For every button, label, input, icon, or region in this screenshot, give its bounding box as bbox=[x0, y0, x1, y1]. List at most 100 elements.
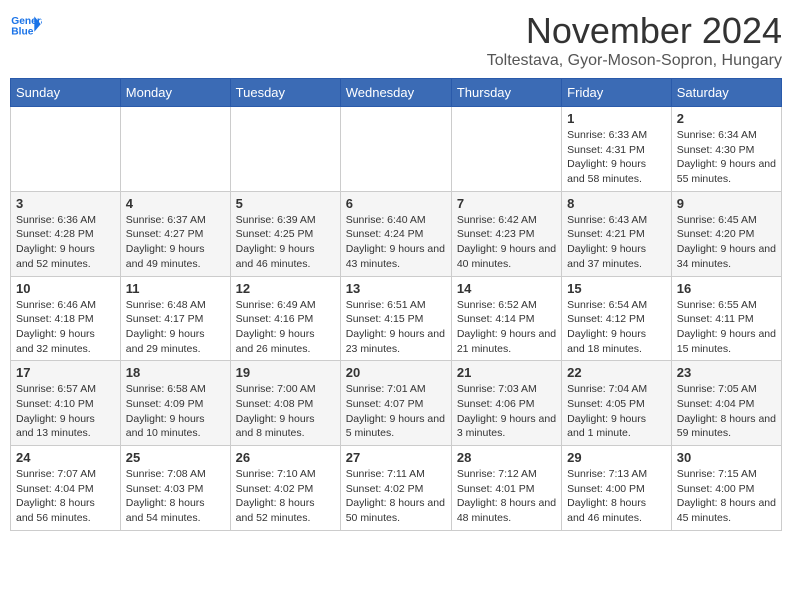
calendar-cell: 3 Sunrise: 6:36 AM Sunset: 4:28 PM Daylig… bbox=[11, 191, 121, 276]
calendar-cell: 8Sunrise: 6:43 AM Sunset: 4:21 PM Daylig… bbox=[562, 191, 672, 276]
calendar-week-row: 24 Sunrise: 7:07 AM Sunset: 4:04 PM Dayli… bbox=[11, 446, 782, 531]
calendar-week-row: 10 Sunrise: 6:46 AM Sunset: 4:18 PM Dayli… bbox=[11, 276, 782, 361]
day-header-tuesday: Tuesday bbox=[230, 79, 340, 107]
day-info: Sunrise: 6:36 AM Sunset: 4:28 PM Dayligh… bbox=[16, 213, 115, 272]
day-number: 22 bbox=[567, 365, 666, 380]
day-info: Sunrise: 7:00 AM Sunset: 4:08 PM Dayligh… bbox=[236, 382, 335, 441]
location-subtitle: Toltestava, Gyor-Moson-Sopron, Hungary bbox=[487, 52, 782, 70]
calendar-cell: 19 Sunrise: 7:00 AM Sunset: 4:08 PM Dayli… bbox=[230, 361, 340, 446]
logo: General Blue bbox=[10, 10, 42, 42]
day-number: 15 bbox=[567, 281, 666, 296]
calendar-cell: 29 Sunrise: 7:13 AM Sunset: 4:00 PM Dayli… bbox=[562, 446, 672, 531]
calendar-week-row: 3 Sunrise: 6:36 AM Sunset: 4:28 PM Daylig… bbox=[11, 191, 782, 276]
day-number: 18 bbox=[126, 365, 225, 380]
logo-icon: General Blue bbox=[10, 10, 42, 42]
day-number: 13 bbox=[346, 281, 446, 296]
day-info: Sunrise: 7:11 AM Sunset: 4:02 PM Dayligh… bbox=[346, 467, 446, 526]
calendar-cell: 14 Sunrise: 6:52 AM Sunset: 4:14 PM Dayli… bbox=[451, 276, 561, 361]
day-header-wednesday: Wednesday bbox=[340, 79, 451, 107]
calendar-cell: 10 Sunrise: 6:46 AM Sunset: 4:18 PM Dayli… bbox=[11, 276, 121, 361]
day-info: Sunrise: 7:05 AM Sunset: 4:04 PM Dayligh… bbox=[677, 382, 776, 441]
calendar-cell: 17 Sunrise: 6:57 AM Sunset: 4:10 PM Dayli… bbox=[11, 361, 121, 446]
day-info: Sunrise: 7:12 AM Sunset: 4:01 PM Dayligh… bbox=[457, 467, 556, 526]
day-number: 12 bbox=[236, 281, 335, 296]
month-title: November 2024 bbox=[487, 10, 782, 52]
day-number: 29 bbox=[567, 450, 666, 465]
day-number: 4 bbox=[126, 196, 225, 211]
day-info: Sunrise: 6:52 AM Sunset: 4:14 PM Dayligh… bbox=[457, 298, 556, 357]
calendar-cell bbox=[230, 107, 340, 192]
calendar-cell: 18 Sunrise: 6:58 AM Sunset: 4:09 PM Dayli… bbox=[120, 361, 230, 446]
calendar-cell: 5 Sunrise: 6:39 AM Sunset: 4:25 PM Daylig… bbox=[230, 191, 340, 276]
calendar-cell: 16Sunrise: 6:55 AM Sunset: 4:11 PM Dayli… bbox=[671, 276, 781, 361]
calendar-cell bbox=[451, 107, 561, 192]
day-number: 6 bbox=[346, 196, 446, 211]
day-number: 7 bbox=[457, 196, 556, 211]
calendar-cell: 12 Sunrise: 6:49 AM Sunset: 4:16 PM Dayli… bbox=[230, 276, 340, 361]
day-header-sunday: Sunday bbox=[11, 79, 121, 107]
day-header-thursday: Thursday bbox=[451, 79, 561, 107]
day-info: Sunrise: 6:39 AM Sunset: 4:25 PM Dayligh… bbox=[236, 213, 335, 272]
calendar-week-row: 17 Sunrise: 6:57 AM Sunset: 4:10 PM Dayli… bbox=[11, 361, 782, 446]
day-header-friday: Friday bbox=[562, 79, 672, 107]
day-info: Sunrise: 6:43 AM Sunset: 4:21 PM Dayligh… bbox=[567, 213, 666, 272]
day-number: 20 bbox=[346, 365, 446, 380]
day-number: 14 bbox=[457, 281, 556, 296]
day-header-monday: Monday bbox=[120, 79, 230, 107]
calendar-cell: 26 Sunrise: 7:10 AM Sunset: 4:02 PM Dayli… bbox=[230, 446, 340, 531]
day-number: 26 bbox=[236, 450, 335, 465]
day-info: Sunrise: 6:58 AM Sunset: 4:09 PM Dayligh… bbox=[126, 382, 225, 441]
calendar-cell: 23 Sunrise: 7:05 AM Sunset: 4:04 PM Dayli… bbox=[671, 361, 781, 446]
day-number: 25 bbox=[126, 450, 225, 465]
day-number: 5 bbox=[236, 196, 335, 211]
day-number: 1 bbox=[567, 111, 666, 126]
day-number: 2 bbox=[677, 111, 776, 126]
day-number: 17 bbox=[16, 365, 115, 380]
calendar-cell bbox=[120, 107, 230, 192]
day-info: Sunrise: 6:40 AM Sunset: 4:24 PM Dayligh… bbox=[346, 213, 446, 272]
calendar-header-row: SundayMondayTuesdayWednesdayThursdayFrid… bbox=[11, 79, 782, 107]
calendar-cell: 7Sunrise: 6:42 AM Sunset: 4:23 PM Daylig… bbox=[451, 191, 561, 276]
day-number: 9 bbox=[677, 196, 776, 211]
calendar-cell: 9 Sunrise: 6:45 AM Sunset: 4:20 PM Daylig… bbox=[671, 191, 781, 276]
calendar-table: SundayMondayTuesdayWednesdayThursdayFrid… bbox=[10, 78, 782, 531]
calendar-week-row: 1 Sunrise: 6:33 AM Sunset: 4:31 PM Daylig… bbox=[11, 107, 782, 192]
day-number: 24 bbox=[16, 450, 115, 465]
calendar-cell: 2 Sunrise: 6:34 AM Sunset: 4:30 PM Daylig… bbox=[671, 107, 781, 192]
svg-text:Blue: Blue bbox=[11, 26, 33, 37]
day-number: 23 bbox=[677, 365, 776, 380]
day-number: 19 bbox=[236, 365, 335, 380]
calendar-cell: 20 Sunrise: 7:01 AM Sunset: 4:07 PM Dayli… bbox=[340, 361, 451, 446]
title-block: November 2024 Toltestava, Gyor-Moson-Sop… bbox=[487, 10, 782, 70]
calendar-cell: 27Sunrise: 7:11 AM Sunset: 4:02 PM Dayli… bbox=[340, 446, 451, 531]
calendar-cell: 4 Sunrise: 6:37 AM Sunset: 4:27 PM Daylig… bbox=[120, 191, 230, 276]
calendar-cell: 21Sunrise: 7:03 AM Sunset: 4:06 PM Dayli… bbox=[451, 361, 561, 446]
day-header-saturday: Saturday bbox=[671, 79, 781, 107]
calendar-cell bbox=[11, 107, 121, 192]
calendar-cell bbox=[340, 107, 451, 192]
day-info: Sunrise: 7:07 AM Sunset: 4:04 PM Dayligh… bbox=[16, 467, 115, 526]
day-number: 10 bbox=[16, 281, 115, 296]
calendar-cell: 15Sunrise: 6:54 AM Sunset: 4:12 PM Dayli… bbox=[562, 276, 672, 361]
day-info: Sunrise: 7:10 AM Sunset: 4:02 PM Dayligh… bbox=[236, 467, 335, 526]
day-number: 28 bbox=[457, 450, 556, 465]
calendar-cell: 13 Sunrise: 6:51 AM Sunset: 4:15 PM Dayli… bbox=[340, 276, 451, 361]
calendar-cell: 24 Sunrise: 7:07 AM Sunset: 4:04 PM Dayli… bbox=[11, 446, 121, 531]
day-info: Sunrise: 7:03 AM Sunset: 4:06 PM Dayligh… bbox=[457, 382, 556, 441]
day-number: 3 bbox=[16, 196, 115, 211]
day-info: Sunrise: 6:46 AM Sunset: 4:18 PM Dayligh… bbox=[16, 298, 115, 357]
day-number: 30 bbox=[677, 450, 776, 465]
calendar-cell: 28 Sunrise: 7:12 AM Sunset: 4:01 PM Dayli… bbox=[451, 446, 561, 531]
day-info: Sunrise: 6:57 AM Sunset: 4:10 PM Dayligh… bbox=[16, 382, 115, 441]
day-info: Sunrise: 6:51 AM Sunset: 4:15 PM Dayligh… bbox=[346, 298, 446, 357]
day-info: Sunrise: 6:34 AM Sunset: 4:30 PM Dayligh… bbox=[677, 128, 776, 187]
day-info: Sunrise: 7:15 AM Sunset: 4:00 PM Dayligh… bbox=[677, 467, 776, 526]
page-header: General Blue November 2024 Toltestava, G… bbox=[10, 10, 782, 70]
day-info: Sunrise: 6:45 AM Sunset: 4:20 PM Dayligh… bbox=[677, 213, 776, 272]
calendar-cell: 30 Sunrise: 7:15 AM Sunset: 4:00 PM Dayli… bbox=[671, 446, 781, 531]
day-info: Sunrise: 6:33 AM Sunset: 4:31 PM Dayligh… bbox=[567, 128, 666, 187]
day-info: Sunrise: 7:13 AM Sunset: 4:00 PM Dayligh… bbox=[567, 467, 666, 526]
day-info: Sunrise: 6:37 AM Sunset: 4:27 PM Dayligh… bbox=[126, 213, 225, 272]
day-info: Sunrise: 7:01 AM Sunset: 4:07 PM Dayligh… bbox=[346, 382, 446, 441]
day-info: Sunrise: 6:49 AM Sunset: 4:16 PM Dayligh… bbox=[236, 298, 335, 357]
